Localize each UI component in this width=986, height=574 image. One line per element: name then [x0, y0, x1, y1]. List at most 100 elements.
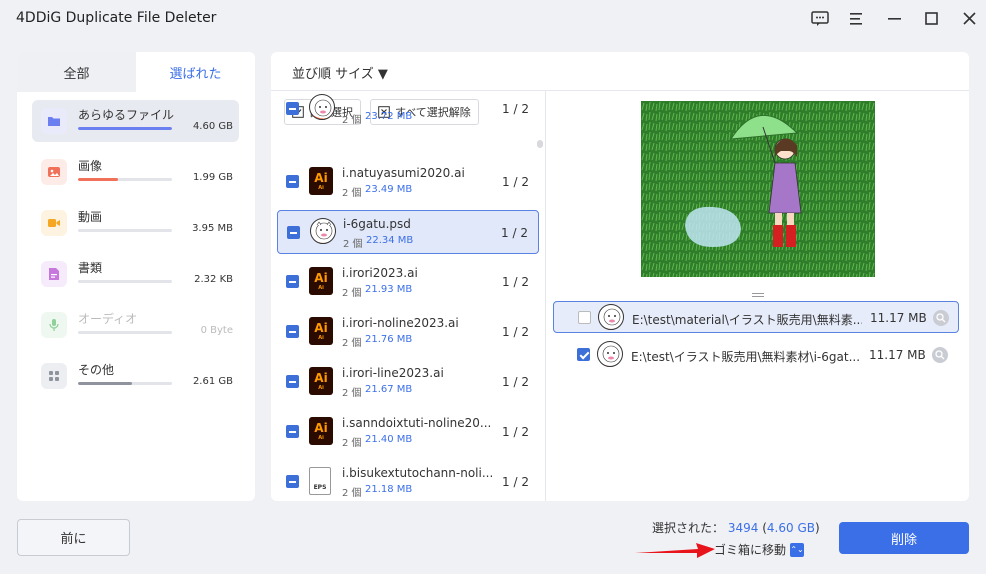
file-row[interactable]: i-6gatu.psd 2 個 22.34 MB 1 / 2 [277, 210, 539, 254]
magnifier-icon[interactable] [933, 310, 949, 326]
duplicate-checkbox[interactable] [577, 348, 590, 361]
file-ratio: 1 / 2 [502, 425, 529, 439]
category-name: 動画 [78, 210, 103, 224]
tab-all[interactable]: 全部 [17, 52, 136, 92]
file-row[interactable]: Ai Ai i.irori2023.ai 2 個 21.93 MB 1 / 2 [277, 260, 539, 304]
file-row[interactable]: Ai Ai i.irori-line2023.ai 2 個 21.67 MB 1 … [277, 360, 539, 404]
file-list: 自動選択 すべて選択解除 2 個 23.72 MB 1 / 2 AiAi i.n… [271, 91, 546, 501]
file-count: 2 個 [343, 239, 363, 250]
duplicate-size: 11.17 MB [870, 311, 927, 325]
duplicate-row[interactable]: E:\test\material\イラスト販売用\無料素... 11.17 MB [553, 301, 959, 333]
file-size: 21.67 MB [365, 384, 413, 395]
category-name: オーディオ [78, 312, 138, 326]
file-row[interactable]: 2 個 23.72 MB 1 / 2 [277, 91, 539, 131]
file-ratio: 1 / 2 [502, 175, 529, 189]
sheep-thumbnail-icon [597, 341, 623, 367]
maximize-icon[interactable] [920, 8, 944, 30]
file-name: i.irori-line2023.ai [342, 366, 444, 380]
image-icon [41, 159, 67, 185]
file-ratio: 1 / 2 [502, 275, 529, 289]
ai-file-icon: Ai Ai [309, 317, 335, 345]
duplicate-row[interactable]: E:\test\イラスト販売用\無料素材\i-6gat... 11.17 MB [553, 339, 959, 371]
file-count: 2 個 [342, 288, 362, 299]
file-size: 22.34 MB [366, 235, 414, 246]
action-dropdown-icon[interactable]: ⌃⌄ [790, 542, 805, 557]
row-checkbox[interactable] [286, 325, 299, 338]
close-icon[interactable] [958, 8, 982, 30]
eps-file-icon: EPS [309, 467, 335, 495]
file-row[interactable]: Ai Ai i.irori-noline2023.ai 2 個 21.76 MB … [277, 310, 539, 354]
file-size: 23.72 MB [365, 111, 413, 122]
category-videos[interactable]: 動画 3.95 MB [32, 202, 239, 244]
sheep-thumbnail-icon [310, 218, 336, 246]
duplicate-checkbox[interactable] [578, 311, 591, 324]
file-row[interactable]: Ai Ai i.sanndoixtuti-noline20... 2 個 21.4… [277, 410, 539, 454]
tab-selected[interactable]: 選ばれた [136, 52, 255, 92]
sheep-thumbnail-icon [598, 304, 624, 330]
magnifier-icon[interactable] [932, 347, 948, 363]
file-count: 2 個 [342, 338, 362, 349]
red-arrow-annotation [635, 543, 715, 558]
title-bar: 4DDiG Duplicate File Deleter [0, 0, 986, 40]
category-images[interactable]: 画像 1.99 GB [32, 151, 239, 193]
category-progress [78, 280, 172, 283]
file-ratio: 1 / 2 [501, 226, 528, 240]
duplicate-path: E:\test\material\イラスト販売用\無料素... [632, 313, 862, 327]
duplicate-path: E:\test\イラスト販売用\無料素材\i-6gat... [631, 350, 861, 364]
file-ratio: 1 / 2 [502, 102, 529, 116]
document-icon [41, 261, 67, 287]
file-name: i.irori2023.ai [342, 266, 418, 280]
sort-dropdown[interactable]: 並び順 サイズ ▼ [292, 63, 388, 82]
list-scrollbar[interactable] [537, 140, 543, 148]
category-progress [78, 382, 172, 385]
category-all-files[interactable]: あらゆるファイル 4.60 GB [32, 100, 239, 142]
category-size: 2.32 KB [194, 274, 233, 285]
ai-file-icon: Ai Ai [309, 417, 335, 445]
row-checkbox[interactable] [286, 375, 299, 388]
category-size: 1.99 GB [192, 172, 233, 183]
row-checkbox[interactable] [287, 226, 300, 239]
row-checkbox[interactable] [286, 275, 299, 288]
file-name: i.natuyasumi2020.ai [342, 166, 465, 180]
ai-file-icon: Ai Ai [309, 267, 335, 295]
category-progress [78, 127, 172, 130]
category-name: その他 [78, 363, 115, 377]
file-row[interactable]: EPS i.bisukextutochann-noli... 2 個 21.18… [277, 460, 539, 501]
category-progress [78, 229, 172, 232]
category-name: 書類 [78, 261, 103, 275]
back-button[interactable]: 前に [17, 519, 130, 556]
grid-icon [41, 363, 67, 389]
category-name: あらゆるファイル [78, 108, 175, 122]
category-other[interactable]: その他 2.61 GB [32, 355, 239, 397]
menu-icon[interactable] [845, 8, 869, 30]
category-size: 0 Byte [200, 325, 233, 336]
file-ratio: 1 / 2 [502, 475, 529, 489]
sort-bar: 並び順 サイズ ▼ [271, 52, 969, 91]
selection-summary: 選択された： 3494 (4.60 GB) [652, 519, 820, 536]
category-audio[interactable]: オーディオ 0 Byte [32, 304, 239, 346]
microphone-icon [41, 312, 67, 338]
category-size: 3.95 MB [192, 223, 233, 234]
minimize-icon[interactable] [883, 8, 907, 30]
row-checkbox[interactable] [286, 425, 299, 438]
row-checkbox[interactable] [286, 175, 299, 188]
row-checkbox[interactable] [286, 475, 299, 488]
file-row[interactable]: Ai Ai i.natuyasumi2020.ai 2 個 23.49 MB 1 … [277, 160, 539, 204]
file-size: 21.40 MB [365, 434, 413, 445]
delete-button[interactable]: 削除 [839, 522, 969, 554]
move-to-trash-option[interactable]: ゴミ箱に移動 ⌃⌄ [714, 541, 805, 558]
file-count: 2 個 [342, 115, 362, 126]
file-count: 2 個 [342, 438, 362, 449]
category-panel: 全部 選ばれた あらゆるファイル 4.60 GB 画像 1.99 GB 動画 3… [17, 52, 255, 501]
selected-count: 3494 [727, 521, 759, 535]
selected-size: 4.60 GB [766, 521, 815, 535]
file-size: 21.93 MB [365, 284, 413, 295]
row-checkbox[interactable] [286, 102, 299, 115]
splitter-handle[interactable] [752, 288, 764, 297]
file-size: 21.76 MB [365, 334, 413, 345]
feedback-icon[interactable] [808, 8, 832, 30]
folder-icon [41, 108, 67, 134]
file-count: 2 個 [342, 188, 362, 199]
file-count: 2 個 [342, 388, 362, 399]
category-documents[interactable]: 書類 2.32 KB [32, 253, 239, 295]
